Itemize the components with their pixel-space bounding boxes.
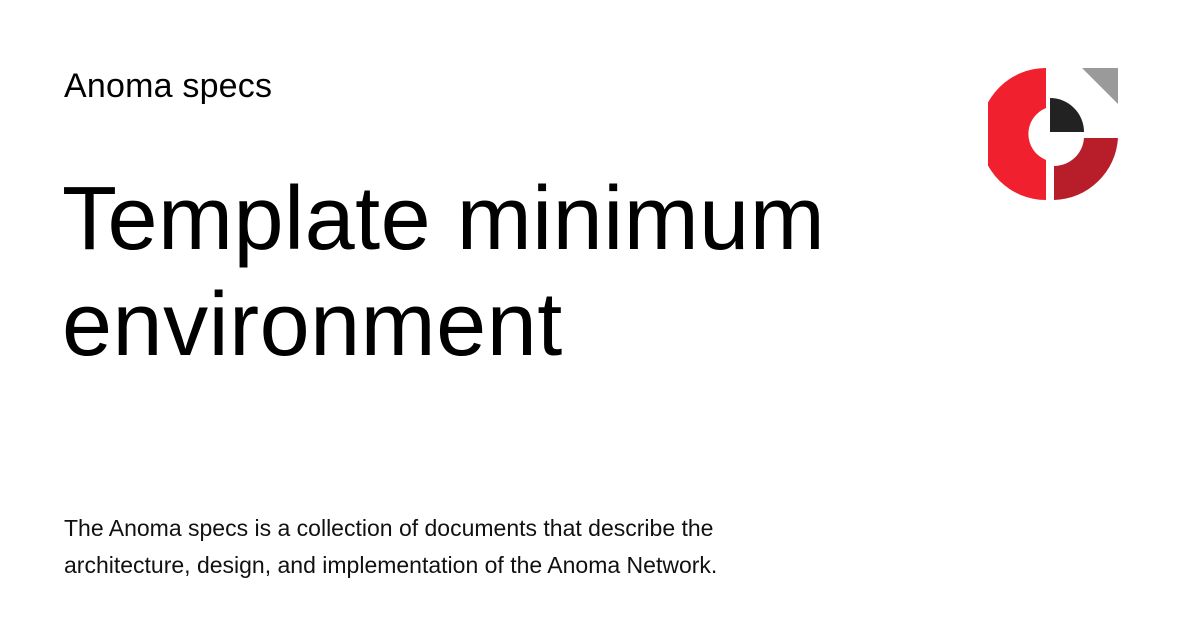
page-title-line-1: Template minimum (62, 169, 826, 269)
description-line-1: The Anoma specs is a collection of docum… (64, 515, 714, 541)
logo-black-quarter (1050, 98, 1084, 132)
page-description: The Anoma specs is a collection of docum… (64, 510, 884, 584)
logo-dark-red-arc (1054, 138, 1118, 200)
description-line-2: architecture, design, and implementation… (64, 552, 718, 578)
logo-red-arc (988, 68, 1046, 200)
site-name: Anoma specs (64, 67, 273, 105)
anoma-logo-icon (988, 68, 1118, 200)
logo-gray-triangle (1082, 68, 1118, 104)
page-title-line-2: environment (62, 275, 563, 375)
page-title: Template minimum environment (62, 166, 942, 378)
social-card: Anoma specs Template minimum environment… (0, 0, 1200, 630)
